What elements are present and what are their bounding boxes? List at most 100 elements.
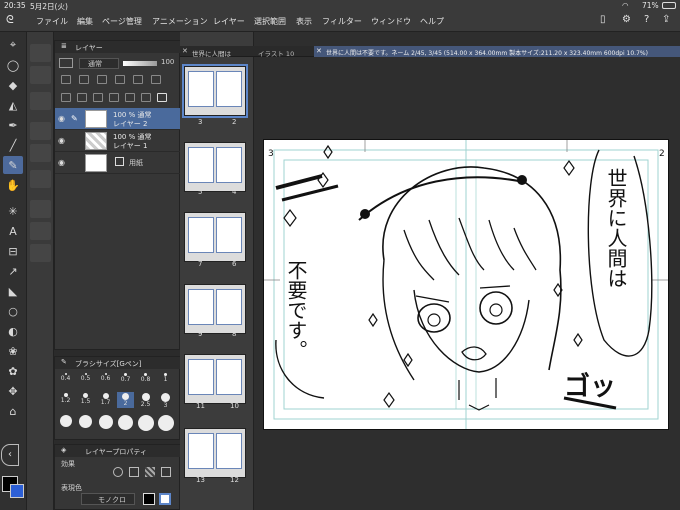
brush-size-option[interactable]: 0.8 <box>137 372 154 388</box>
menu-filter[interactable]: フィルター <box>322 16 362 27</box>
new-vector-icon[interactable] <box>77 93 87 102</box>
sub-tool-7[interactable] <box>30 200 51 218</box>
sub-tool-6[interactable] <box>30 170 51 188</box>
move-tool-icon[interactable]: ✥ <box>3 382 23 400</box>
layer-row[interactable]: ◉ ✎ 100 % 通常 レイヤー 2 <box>55 108 181 130</box>
white-color-swatch[interactable] <box>159 493 171 505</box>
menu-layer[interactable]: レイヤー <box>213 16 245 27</box>
decoration-tool-icon[interactable]: ✿ <box>3 362 23 380</box>
blend-mode-select[interactable]: 通常 <box>79 58 119 69</box>
lock-alpha-icon[interactable] <box>151 75 161 84</box>
menu-help[interactable]: ヘルプ <box>420 16 444 27</box>
pen-tool-icon[interactable]: ✒ <box>3 116 23 134</box>
correction-tool-icon[interactable]: ↗ <box>3 262 23 280</box>
settings-icon[interactable]: ⚙ <box>622 14 631 25</box>
brush-size-option[interactable]: 0.7 <box>117 372 134 388</box>
mask-icon[interactable] <box>61 75 71 84</box>
page-tab[interactable]: ✕ 世界に人間は <box>180 46 254 58</box>
brush-size-option[interactable]: 0.5 <box>77 372 94 388</box>
page-spread[interactable] <box>184 212 246 262</box>
sub-tool-4[interactable] <box>30 122 51 140</box>
sub-tool-8[interactable] <box>30 222 51 240</box>
pencil-tool-icon[interactable]: ✎ <box>3 156 23 174</box>
ellipse-tool-icon[interactable]: ○ <box>3 302 23 320</box>
tab-illust[interactable]: イラスト 10 <box>258 48 294 58</box>
app-logo-icon[interactable]: ᘓ <box>6 13 14 27</box>
visibility-icon[interactable]: ◉ <box>58 136 65 145</box>
close-tab-icon[interactable]: ✕ <box>182 47 188 55</box>
brush-size-option[interactable] <box>137 414 154 431</box>
brush-size-option-selected[interactable]: 2 <box>117 392 134 408</box>
brush-size-option[interactable]: 3 <box>157 392 174 409</box>
menu-page[interactable]: ページ管理 <box>102 16 142 27</box>
draft-icon[interactable] <box>133 75 143 84</box>
blend-mode-icon[interactable] <box>59 58 73 68</box>
balloon-tool-icon[interactable]: ⌂ <box>3 402 23 420</box>
layer-row[interactable]: ◉ 用紙 <box>55 152 181 174</box>
brush-size-option[interactable] <box>77 414 94 430</box>
frame-tool-icon[interactable]: ⊟ <box>3 242 23 260</box>
brush-size-option[interactable] <box>97 414 114 430</box>
menu-animation[interactable]: アニメーション <box>152 16 208 27</box>
copy-layer-icon[interactable] <box>141 93 151 102</box>
new-folder-icon[interactable] <box>93 93 103 102</box>
share-icon[interactable]: ⇪ <box>662 14 670 25</box>
close-tab-icon[interactable]: ✕ <box>316 47 322 55</box>
clip-icon[interactable] <box>79 75 89 84</box>
active-tab-title[interactable]: 世界に人間は不要です。ネーム 2/45, 3/45 (514.00 x 364.… <box>326 48 678 57</box>
border-effect-icon[interactable] <box>113 467 123 477</box>
pointer-tool-icon[interactable]: ⌖ <box>3 36 23 54</box>
brush-size-option[interactable]: 1.2 <box>57 392 74 408</box>
layer-row[interactable]: ◉ 100 % 通常 レイヤー 1 <box>55 130 181 152</box>
brush-size-option[interactable]: 2.5 <box>137 392 154 408</box>
merge-icon[interactable] <box>125 93 135 102</box>
page-spread-selected[interactable] <box>182 64 248 118</box>
manga-sheet[interactable]: 世界に人間は 不要です。 ゴッ 3 2 <box>263 139 669 430</box>
phone-icon[interactable]: ▯ <box>600 14 606 25</box>
text-tool-icon[interactable]: A <box>3 222 23 240</box>
layer-color-effect-icon[interactable] <box>145 467 155 477</box>
lock-icon[interactable] <box>97 75 107 84</box>
reference-icon[interactable] <box>115 75 125 84</box>
tab-title[interactable]: 世界に人間は <box>192 48 231 58</box>
color-mode-select[interactable]: モノクロ <box>81 493 135 505</box>
menu-selection[interactable]: 選択範囲 <box>254 16 286 27</box>
transfer-icon[interactable] <box>109 93 119 102</box>
brush-size-option[interactable]: 1.5 <box>77 392 94 408</box>
eraser-tool-icon[interactable]: ◆ <box>3 76 23 94</box>
lasso-tool-icon[interactable]: ◯ <box>3 56 23 74</box>
page-spread[interactable] <box>184 142 246 192</box>
extract-line-effect-icon[interactable] <box>161 467 171 477</box>
collapse-panel-icon[interactable]: ‹ <box>1 444 19 466</box>
visibility-icon[interactable]: ◉ <box>58 114 65 123</box>
sub-color-swatch[interactable] <box>10 484 24 498</box>
sub-tool-5[interactable] <box>30 144 51 162</box>
tone-effect-icon[interactable] <box>129 467 139 477</box>
brush-size-option[interactable] <box>157 414 174 431</box>
brush-size-option[interactable]: 0.4 <box>57 372 74 388</box>
brush-size-option[interactable]: 0.6 <box>97 372 114 388</box>
magic-wand-icon[interactable]: ✳ <box>3 202 23 220</box>
visibility-icon[interactable]: ◉ <box>58 158 65 167</box>
sub-tool-2[interactable] <box>30 66 51 84</box>
black-color-swatch[interactable] <box>143 493 155 505</box>
opacity-slider[interactable] <box>123 61 157 66</box>
eyedropper-tool-icon[interactable]: ╱ <box>3 136 23 154</box>
opacity-value[interactable]: 100 <box>161 58 174 66</box>
delete-layer-icon[interactable] <box>157 93 167 102</box>
fill-tool-icon[interactable]: ◭ <box>3 96 23 114</box>
brush-size-option[interactable] <box>117 414 134 430</box>
figure-tool-icon[interactable]: ◣ <box>3 282 23 300</box>
page-spread[interactable] <box>184 354 246 404</box>
hand-tool-icon[interactable]: ✋ <box>3 176 23 194</box>
page-spread[interactable] <box>184 284 246 334</box>
menu-file[interactable]: ファイル <box>36 16 68 27</box>
gradient-tool-icon[interactable]: ◐ <box>3 322 23 340</box>
help-icon[interactable]: ? <box>644 14 649 25</box>
menu-window[interactable]: ウィンドウ <box>371 16 411 27</box>
menu-edit[interactable]: 編集 <box>77 16 93 27</box>
blend-tool-icon[interactable]: ❀ <box>3 342 23 360</box>
new-raster-icon[interactable] <box>61 93 71 102</box>
brush-size-option[interactable] <box>57 414 74 430</box>
sub-tool-1[interactable] <box>30 44 51 62</box>
